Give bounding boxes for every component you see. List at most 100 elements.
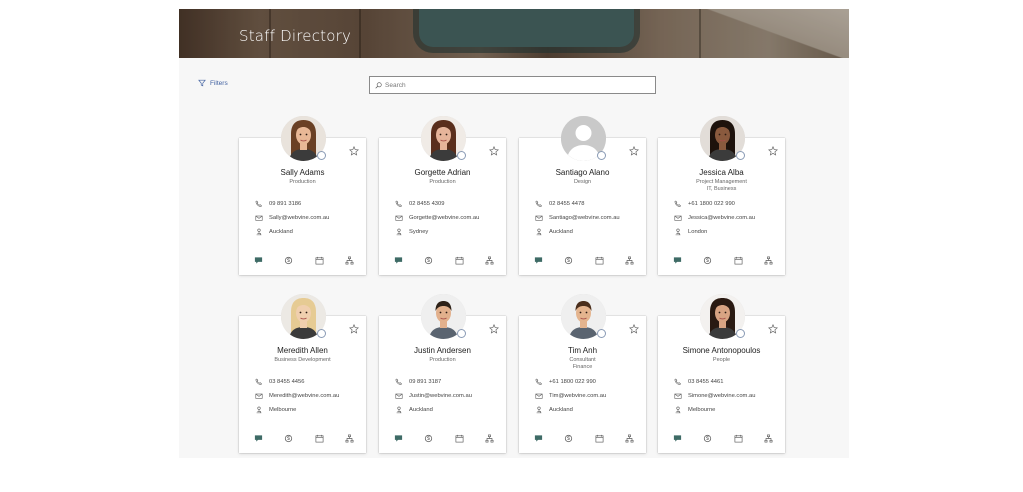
location-icon bbox=[536, 406, 542, 414]
person-email[interactable]: Santiago@webvine.com.au bbox=[535, 214, 620, 222]
chat-button[interactable] bbox=[394, 434, 403, 443]
org-chart-button[interactable] bbox=[764, 256, 773, 265]
star-icon[interactable] bbox=[768, 146, 778, 156]
calendar-button[interactable] bbox=[315, 434, 324, 443]
person-department: Production bbox=[289, 179, 316, 185]
search-box[interactable] bbox=[369, 76, 656, 94]
star-icon[interactable] bbox=[349, 324, 359, 334]
person-card[interactable]: Santiago Alano Design 02 8455 4478 Santiago… bbox=[519, 116, 646, 275]
phone-icon bbox=[255, 200, 262, 208]
person-email[interactable]: Justin@webvine.com.au bbox=[395, 392, 472, 400]
chat-button[interactable] bbox=[673, 434, 682, 443]
org-chart-button[interactable] bbox=[764, 434, 773, 443]
search-input[interactable] bbox=[385, 81, 635, 89]
person-card[interactable]: Jessica Alba Project Management IT, Busine… bbox=[658, 116, 785, 275]
presence-status-icon bbox=[597, 151, 606, 160]
org-chart-icon bbox=[625, 256, 634, 265]
presence-status-icon bbox=[317, 151, 326, 160]
location-icon bbox=[675, 406, 681, 414]
person-card[interactable]: Gorgette Adrian Production 02 8455 4309 Gor… bbox=[379, 116, 506, 275]
person-phone[interactable]: +61 1800 022 990 bbox=[535, 378, 596, 386]
star-icon[interactable] bbox=[768, 324, 778, 334]
calendar-button[interactable] bbox=[734, 256, 743, 265]
presence-status-icon bbox=[457, 329, 466, 338]
org-chart-icon bbox=[764, 256, 773, 265]
chat-button[interactable] bbox=[534, 434, 543, 443]
org-chart-button[interactable] bbox=[625, 434, 634, 443]
person-name[interactable]: Simone Antonopoulos bbox=[658, 346, 785, 355]
person-location-text: Melbourne bbox=[688, 407, 716, 413]
skype-button[interactable] bbox=[564, 256, 573, 265]
person-card[interactable]: Justin Andersen Production 09 891 3187 Just… bbox=[379, 294, 506, 453]
org-chart-button[interactable] bbox=[345, 434, 354, 443]
calendar-button[interactable] bbox=[595, 256, 604, 265]
skype-button[interactable] bbox=[564, 434, 573, 443]
person-name[interactable]: Justin Andersen bbox=[379, 346, 506, 355]
filters-button[interactable]: Filters bbox=[198, 79, 228, 87]
skype-icon bbox=[565, 434, 573, 443]
org-chart-button[interactable] bbox=[625, 256, 634, 265]
person-name[interactable]: Meredith Allen bbox=[239, 346, 366, 355]
chat-button[interactable] bbox=[394, 256, 403, 265]
person-name[interactable]: Tim Anh bbox=[519, 346, 646, 355]
star-icon[interactable] bbox=[489, 146, 499, 156]
org-chart-button[interactable] bbox=[485, 434, 494, 443]
star-icon[interactable] bbox=[489, 324, 499, 334]
star-icon[interactable] bbox=[629, 146, 639, 156]
calendar-button[interactable] bbox=[315, 256, 324, 265]
presence-status-icon bbox=[597, 329, 606, 338]
person-card[interactable]: Meredith Allen Business Development 03 845… bbox=[239, 294, 366, 453]
person-phone[interactable]: 09 891 3186 bbox=[255, 200, 301, 208]
person-card[interactable]: Tim Anh Consultant Finance +61 1800 022 990… bbox=[519, 294, 646, 453]
person-phone-text: 02 8455 4309 bbox=[409, 201, 445, 207]
person-name[interactable]: Jessica Alba bbox=[658, 168, 785, 177]
person-phone[interactable]: 09 891 3187 bbox=[395, 378, 441, 386]
skype-icon bbox=[704, 256, 712, 265]
person-location-text: Auckland bbox=[269, 229, 293, 235]
person-department: Production bbox=[429, 179, 456, 185]
person-location: London bbox=[674, 228, 707, 236]
staff-directory-app: Staff Directory Filters Sally Adams Produ… bbox=[179, 9, 849, 458]
chat-button[interactable] bbox=[673, 256, 682, 265]
calendar-button[interactable] bbox=[455, 434, 464, 443]
person-phone[interactable]: 02 8455 4478 bbox=[535, 200, 584, 208]
chat-button[interactable] bbox=[254, 256, 263, 265]
chat-button[interactable] bbox=[534, 256, 543, 265]
calendar-button[interactable] bbox=[734, 434, 743, 443]
person-card[interactable]: Sally Adams Production 09 891 3186 Sally@we… bbox=[239, 116, 366, 275]
skype-button[interactable] bbox=[424, 434, 433, 443]
person-phone[interactable]: +61 1800 022 990 bbox=[674, 200, 735, 208]
chat-button[interactable] bbox=[254, 434, 263, 443]
person-email[interactable]: Tim@webvine.com.au bbox=[535, 392, 606, 400]
skype-button[interactable] bbox=[703, 434, 712, 443]
person-name[interactable]: Gorgette Adrian bbox=[379, 168, 506, 177]
person-location: Auckland bbox=[395, 406, 433, 414]
person-name[interactable]: Santiago Alano bbox=[519, 168, 646, 177]
person-email[interactable]: Gorgette@webvine.com.au bbox=[395, 214, 479, 222]
calendar-button[interactable] bbox=[595, 434, 604, 443]
person-email[interactable]: Jessica@webvine.com.au bbox=[674, 214, 755, 222]
skype-button[interactable] bbox=[703, 256, 712, 265]
mail-icon bbox=[674, 393, 682, 399]
person-location-text: Melbourne bbox=[269, 407, 297, 413]
skype-button[interactable] bbox=[284, 256, 293, 265]
skype-icon bbox=[285, 256, 293, 265]
person-email[interactable]: Sally@webvine.com.au bbox=[255, 214, 329, 222]
phone-icon bbox=[674, 200, 681, 208]
star-icon[interactable] bbox=[349, 146, 359, 156]
skype-button[interactable] bbox=[284, 434, 293, 443]
calendar-button[interactable] bbox=[455, 256, 464, 265]
org-chart-button[interactable] bbox=[345, 256, 354, 265]
person-phone[interactable]: 02 8455 4309 bbox=[395, 200, 444, 208]
person-email[interactable]: Meredith@webvine.com.au bbox=[255, 392, 339, 400]
chat-icon bbox=[254, 435, 263, 442]
person-email[interactable]: Simone@webvine.com.au bbox=[674, 392, 755, 400]
calendar-icon bbox=[315, 256, 324, 265]
person-phone[interactable]: 03 8455 4461 bbox=[674, 378, 723, 386]
person-phone[interactable]: 03 8455 4456 bbox=[255, 378, 304, 386]
skype-button[interactable] bbox=[424, 256, 433, 265]
person-name[interactable]: Sally Adams bbox=[239, 168, 366, 177]
star-icon[interactable] bbox=[629, 324, 639, 334]
person-card[interactable]: Simone Antonopoulos People 03 8455 4461 Sim… bbox=[658, 294, 785, 453]
org-chart-button[interactable] bbox=[485, 256, 494, 265]
